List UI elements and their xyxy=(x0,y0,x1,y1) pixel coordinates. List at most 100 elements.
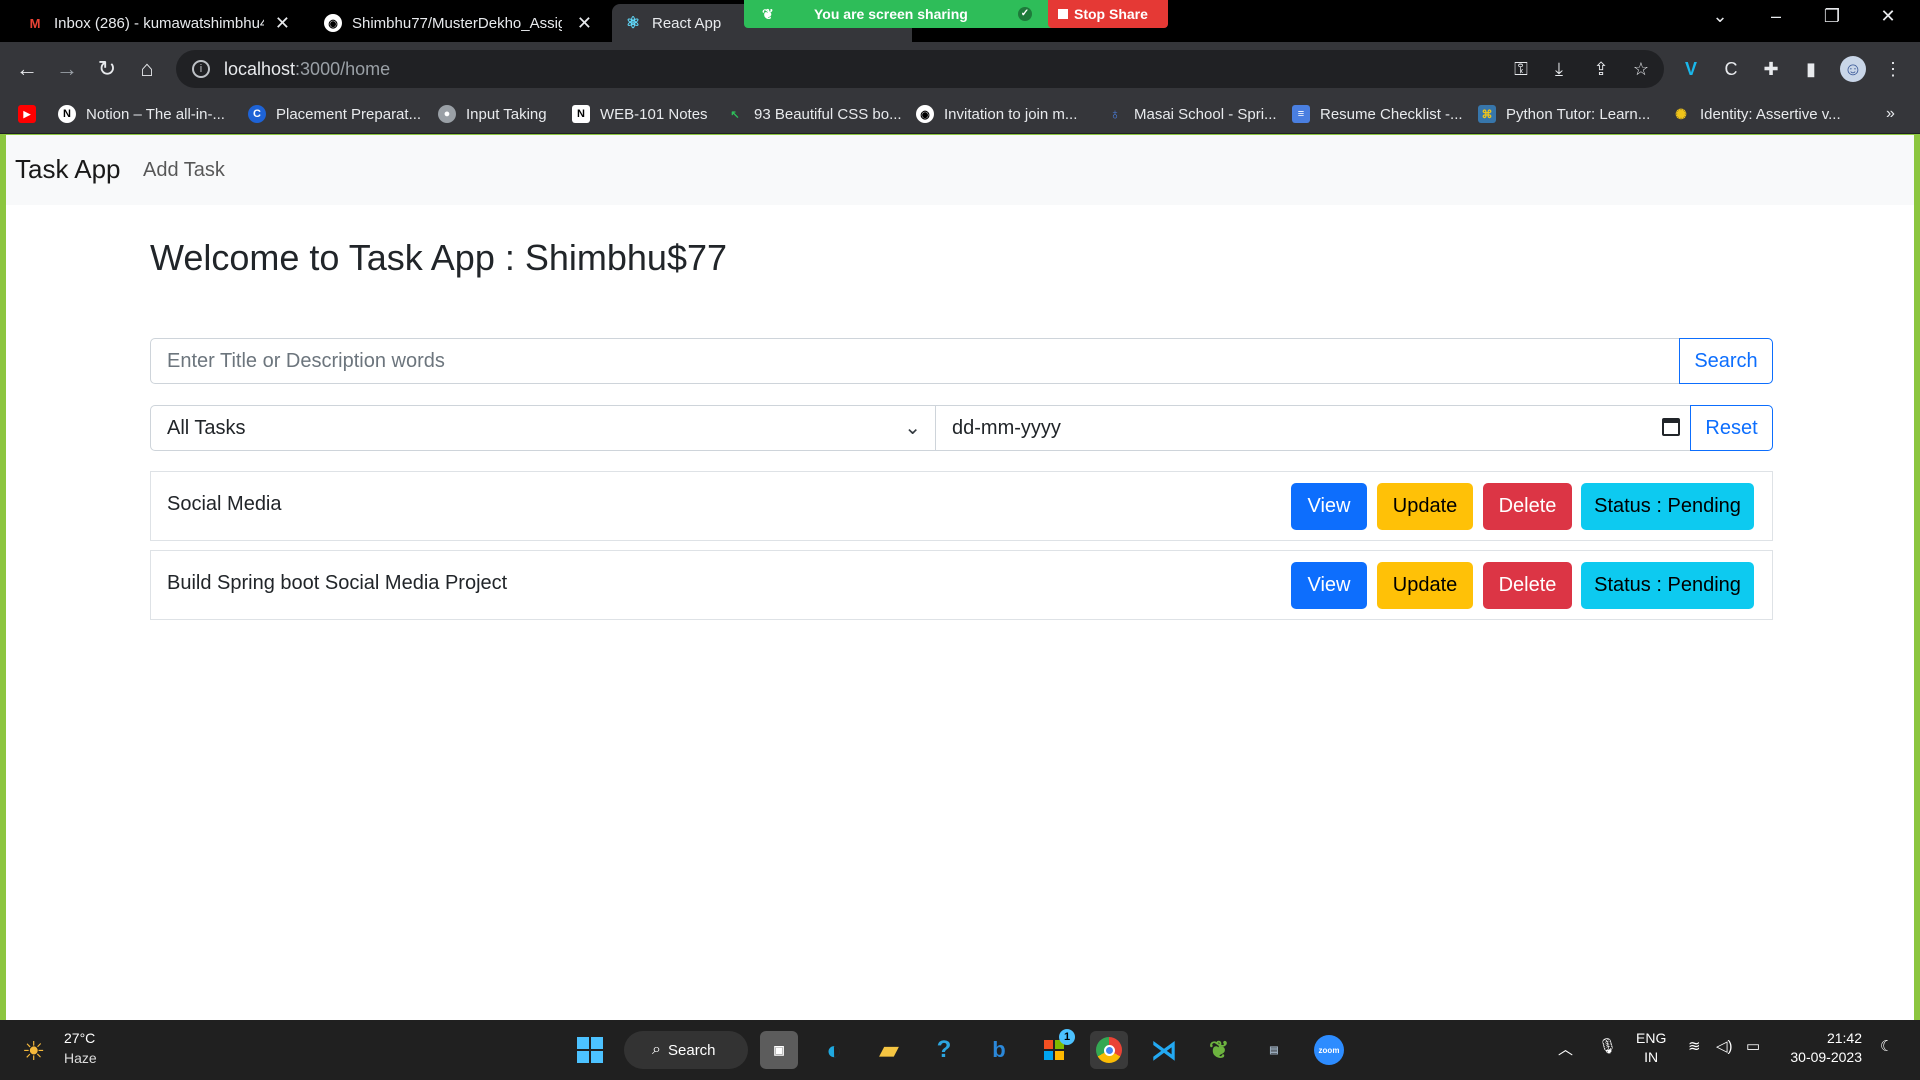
delete-button[interactable]: Delete xyxy=(1483,483,1572,530)
view-button[interactable]: View xyxy=(1291,562,1367,609)
profile-avatar-icon[interactable]: ☺ xyxy=(1840,56,1866,82)
bookmark-item[interactable]: C Placement Preparat... xyxy=(248,102,421,126)
reload-icon[interactable]: ↻ xyxy=(92,54,122,84)
task-card: Build Spring boot Social Media Project V… xyxy=(150,550,1773,620)
minimize-icon[interactable]: – xyxy=(1756,6,1796,27)
share-icon[interactable]: ⇪ xyxy=(1588,56,1614,82)
shield-check-icon: ✓ xyxy=(1018,7,1032,21)
close-icon[interactable]: ✕ xyxy=(577,13,592,34)
bookmark-label: Python Tutor: Learn... xyxy=(1506,105,1651,123)
status-filter-select[interactable]: All Tasks ⌄ xyxy=(150,405,936,451)
tab-gmail[interactable]: M Inbox (286) - kumawatshimbhu4 ✕ xyxy=(14,4,304,42)
search-button[interactable]: Search xyxy=(1679,338,1773,384)
file-explorer-icon[interactable]: ▰ xyxy=(870,1031,908,1069)
status-filter-value: All Tasks xyxy=(167,416,246,439)
view-button[interactable]: View xyxy=(1291,483,1367,530)
task-title: Build Spring boot Social Media Project xyxy=(167,572,508,594)
bookmark-item[interactable]: ◉ Invitation to join m... xyxy=(916,102,1077,126)
tab-github[interactable]: ◉ Shimbhu77/MusterDekho_Assig ✕ xyxy=(312,4,606,42)
bookmark-youtube[interactable]: ▶ xyxy=(18,102,46,126)
youtube-icon: ▶ xyxy=(18,105,36,123)
forward-icon[interactable]: → xyxy=(52,54,82,84)
time: 21:42 xyxy=(1826,1030,1862,1046)
notion-page-icon: N xyxy=(572,105,590,123)
microphone-icon[interactable]: 🎙 xyxy=(1598,1037,1617,1055)
stop-share-button[interactable]: Stop Share xyxy=(1048,0,1168,28)
task-view-icon[interactable]: ▣ xyxy=(760,1031,798,1069)
bookmark-label: Identity: Assertive v... xyxy=(1700,105,1841,123)
language-indicator[interactable]: ENG IN xyxy=(1636,1029,1666,1067)
update-button[interactable]: Update xyxy=(1377,562,1473,609)
vimeo-extension-icon[interactable]: V xyxy=(1678,56,1704,82)
microsoft-store-icon[interactable]: 1 xyxy=(1035,1029,1075,1069)
bookmark-item[interactable]: ⌘ Python Tutor: Learn... xyxy=(1478,102,1650,126)
google-docs-icon: ≡ xyxy=(1292,105,1310,123)
address-bar[interactable]: i localhost:3000/home xyxy=(176,50,1664,88)
puzzle-extensions-icon[interactable]: ✚ xyxy=(1758,56,1784,82)
search-input[interactable]: Enter Title or Description words xyxy=(150,338,1686,384)
weather-widget[interactable]: ☀ 27°C Haze xyxy=(22,1030,142,1070)
home-icon[interactable]: ⌂ xyxy=(132,54,162,84)
bookmark-item[interactable]: N Notion – The all-in-... xyxy=(58,102,225,126)
clock[interactable]: 21:42 30-09-2023 xyxy=(1786,1029,1862,1067)
bookmark-star-icon[interactable]: ☆ xyxy=(1628,56,1654,82)
zoom-icon[interactable]: zoom xyxy=(1310,1031,1348,1069)
date-placeholder: dd-mm-yyyy xyxy=(952,416,1061,439)
bookmark-item[interactable]: ✺ Identity: Assertive v... xyxy=(1672,102,1841,126)
bookmark-item[interactable]: ↖ 93 Beautiful CSS bo... xyxy=(726,102,901,126)
chrome-icon[interactable] xyxy=(1090,1031,1128,1069)
menu-kebab-icon[interactable]: ⋮ xyxy=(1880,56,1906,82)
web-page: Task App Add Task Welcome to Task App : … xyxy=(6,135,1914,1020)
update-button[interactable]: Update xyxy=(1377,483,1473,530)
spring-tools-icon[interactable]: ❦ xyxy=(1200,1031,1238,1069)
weather-haze-icon: ☀ xyxy=(22,1036,46,1066)
bookmark-label: WEB-101 Notes xyxy=(600,105,708,123)
tips-icon[interactable]: ? xyxy=(925,1031,963,1069)
side-panel-icon[interactable]: ▮ xyxy=(1798,56,1824,82)
site-info-icon[interactable]: i xyxy=(192,60,210,78)
tab-search-icon[interactable]: ⌄ xyxy=(1700,6,1740,27)
password-key-icon[interactable]: ⚿ xyxy=(1508,56,1534,82)
chevron-down-icon: ⌄ xyxy=(904,417,921,439)
start-icon[interactable] xyxy=(571,1031,609,1069)
taskbar-search-box[interactable]: ⌕ Search xyxy=(624,1031,748,1069)
bookmark-item[interactable]: ● Input Taking xyxy=(438,102,547,126)
restore-icon[interactable]: ❐ xyxy=(1812,6,1852,27)
more-bookmarks-icon[interactable]: » xyxy=(1886,102,1895,126)
github-icon: ◉ xyxy=(916,105,934,123)
battery-icon[interactable]: ▭ xyxy=(1746,1037,1760,1055)
close-window-icon[interactable]: ✕ xyxy=(1868,6,1908,27)
taskbar-search-label: Search xyxy=(668,1041,716,1059)
vscode-icon[interactable]: ⋊ xyxy=(1145,1031,1183,1069)
lang-code: ENG xyxy=(1636,1030,1667,1046)
brand-link[interactable]: Task App xyxy=(15,154,121,185)
calendar-icon[interactable] xyxy=(1662,418,1680,436)
nav-add-task-link[interactable]: Add Task xyxy=(143,159,225,182)
extension-icon[interactable]: C xyxy=(1718,56,1744,82)
notifications-icon[interactable]: ☾ xyxy=(1880,1037,1893,1055)
bookmark-item[interactable]: N WEB-101 Notes xyxy=(572,102,708,126)
bookmark-label: Resume Checklist -... xyxy=(1320,105,1463,123)
task-card: Social Media View Update Delete Status :… xyxy=(150,471,1773,541)
wifi-icon[interactable]: ≋ xyxy=(1688,1037,1701,1055)
bookmark-label: Notion – The all-in-... xyxy=(86,105,225,123)
bookmark-item[interactable]: ♁ Masai School - Spri... xyxy=(1106,102,1276,126)
close-icon[interactable]: ✕ xyxy=(275,13,290,34)
delete-button[interactable]: Delete xyxy=(1483,562,1572,609)
status-button[interactable]: Status : Pending xyxy=(1581,562,1754,609)
store-badge: 1 xyxy=(1059,1029,1075,1045)
bookmarks-bar: ▶ N Notion – The all-in-... C Placement … xyxy=(0,94,1920,134)
volume-icon[interactable]: ◁) xyxy=(1716,1037,1733,1055)
mysql-workbench-icon[interactable]: ▤ xyxy=(1255,1031,1293,1069)
date-filter-input[interactable]: dd-mm-yyyy xyxy=(935,405,1697,451)
back-icon[interactable]: ← xyxy=(12,54,42,84)
github-icon: ◉ xyxy=(324,14,342,32)
bookmark-item[interactable]: ≡ Resume Checklist -... xyxy=(1292,102,1463,126)
edge-icon[interactable]: ◐ xyxy=(815,1031,853,1069)
status-button[interactable]: Status : Pending xyxy=(1581,483,1754,530)
search-icon: ⌕ xyxy=(652,1041,661,1058)
show-hidden-icons[interactable]: ︿ xyxy=(1558,1038,1573,1059)
install-app-icon[interactable]: ⤓ xyxy=(1546,56,1572,82)
reset-button[interactable]: Reset xyxy=(1690,405,1773,451)
bing-icon[interactable]: b xyxy=(980,1031,1018,1069)
